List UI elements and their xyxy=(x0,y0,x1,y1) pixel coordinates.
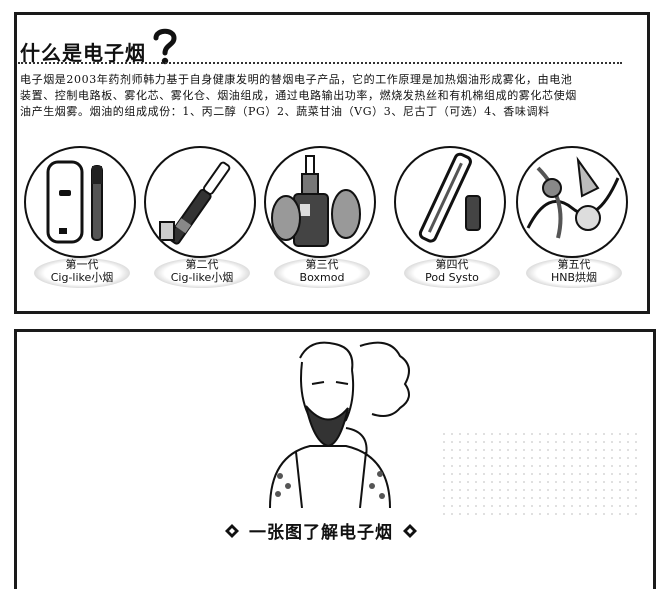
generation-item-1: 第一代 Cig-like小烟 xyxy=(24,146,136,296)
cig-like-device-icon xyxy=(24,146,136,258)
halftone-decoration xyxy=(440,430,640,520)
generation-type: HNB烘烟 xyxy=(550,271,598,284)
question-mark-icon xyxy=(153,28,177,65)
generation-label: 第二代 Cig-like小烟 xyxy=(154,258,250,288)
generation-item-5: 第五代 HNB烘烟 xyxy=(516,146,628,296)
generation-label: 第三代 Boxmod xyxy=(274,258,370,288)
generation-name: 第一代 xyxy=(65,258,99,271)
generation-label: 第四代 Pod Systo xyxy=(404,258,500,288)
banner-title: 一张图了解电子烟 xyxy=(249,523,393,543)
pod-device-icon xyxy=(394,146,506,258)
generation-name: 第三代 xyxy=(305,258,339,271)
generation-type: Boxmod xyxy=(299,271,345,284)
header: 什么是电子烟 xyxy=(20,22,180,66)
generation-label: 第一代 Cig-like小烟 xyxy=(34,258,130,288)
summary-banner: 一张图了解电子烟 xyxy=(215,518,427,543)
generation-type: Cig-like小烟 xyxy=(170,271,234,284)
generation-type: Pod Systo xyxy=(425,271,479,284)
divider xyxy=(18,62,622,64)
pen-device-icon xyxy=(144,146,256,258)
boxmod-device-icon xyxy=(264,146,376,258)
generation-name: 第五代 xyxy=(557,258,591,271)
generation-type: Cig-like小烟 xyxy=(50,271,114,284)
generation-name: 第四代 xyxy=(435,258,469,271)
intro-text: 电子烟是2003年药剂师韩力基于自身健康发明的替烟电子产品，它的工作原理是加热烟… xyxy=(20,73,577,118)
diamond-icon xyxy=(225,523,239,538)
hnb-device-icon xyxy=(516,146,628,258)
generation-item-2: 第二代 Cig-like小烟 xyxy=(144,146,256,296)
generation-name: 第二代 xyxy=(185,258,219,271)
generation-label: 第五代 HNB烘烟 xyxy=(526,258,622,288)
generation-item-4: 第四代 Pod Systo xyxy=(394,146,506,296)
generation-list: 第一代 Cig-like小烟 第二代 Cig-like小烟 第三代 Boxmod… xyxy=(8,146,628,296)
generation-item-3: 第三代 Boxmod xyxy=(264,146,376,296)
diamond-icon xyxy=(403,523,417,538)
vaping-man-illustration xyxy=(269,341,410,508)
